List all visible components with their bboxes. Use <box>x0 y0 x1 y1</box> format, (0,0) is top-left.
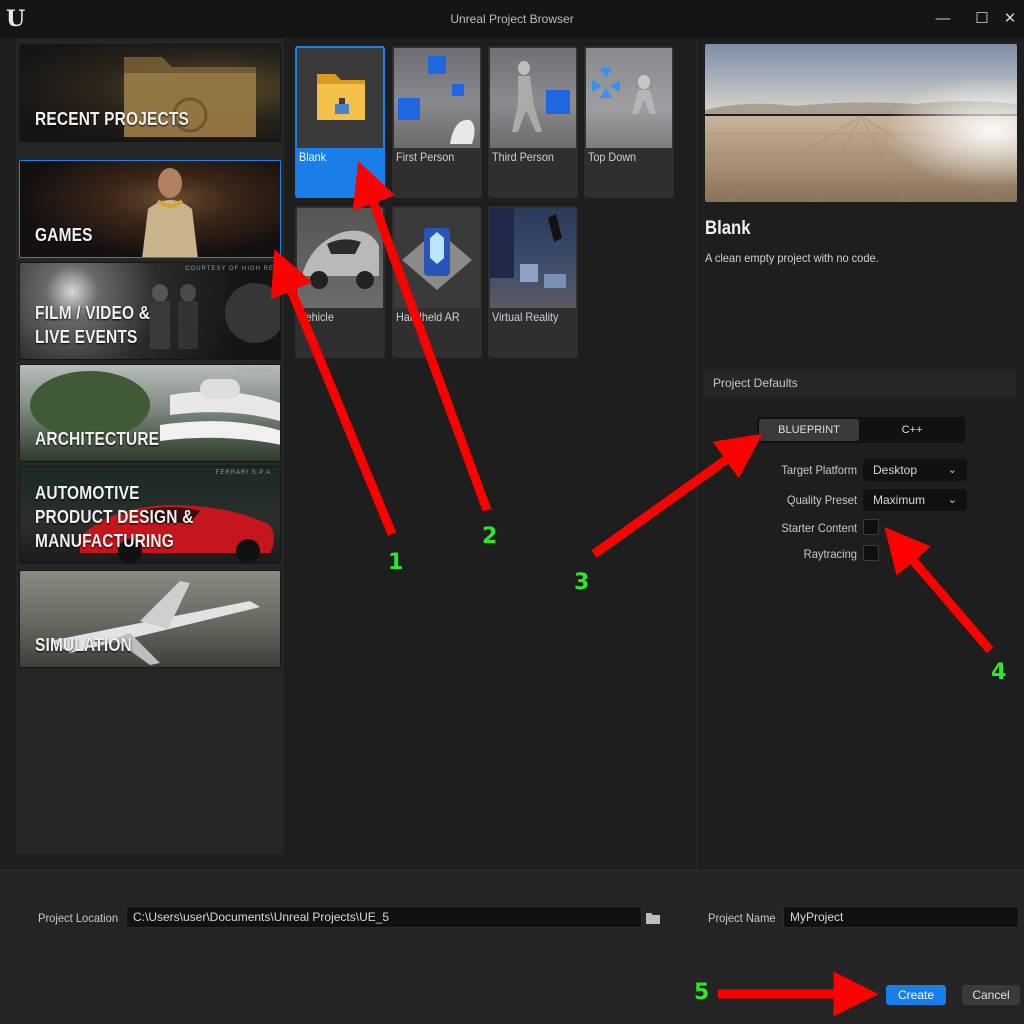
template-preview-image <box>705 44 1017 202</box>
annotation-number-4: 4 <box>991 660 1007 685</box>
category-label: AUTOMOTIVE PRODUCT DESIGN & MANUFACTURIN… <box>35 483 194 551</box>
category-film-video[interactable]: COURTESY OF HIGH RE FILM / VIDEO & LIVE … <box>19 262 281 360</box>
category-games[interactable]: GAMES <box>19 160 281 258</box>
image-credit: FERRARI S.P.A. <box>215 470 274 476</box>
annotation-number-2: 2 <box>482 524 498 549</box>
image-credit: TILTPIXEL <box>236 368 274 374</box>
template-grid: Blank First Person Third Person Top Down… <box>288 38 696 870</box>
annotation-number-5: 5 <box>694 980 710 1005</box>
category-architecture[interactable]: TILTPIXEL ARCHITECTURE <box>19 364 281 462</box>
template-top-down[interactable]: Top Down <box>584 46 674 198</box>
project-location-label: Project Location <box>38 911 119 925</box>
category-label: ARCHITECTURE <box>35 429 160 449</box>
title-bar: U Unreal Project Browser — ☐ ✕ <box>0 0 1024 38</box>
details-panel: Blank A clean empty project with no code… <box>697 38 1024 870</box>
folder-icon <box>317 74 365 120</box>
project-defaults-header: Project Defaults <box>704 369 1016 397</box>
template-vehicle[interactable]: Vehicle <box>295 206 385 358</box>
template-label: Vehicle <box>299 310 334 324</box>
category-label: GAMES <box>35 225 93 245</box>
template-thumbnail <box>490 48 576 148</box>
raytracing-checkbox[interactable] <box>863 545 879 561</box>
handheld-ar-icon <box>402 228 472 290</box>
template-label: Top Down <box>588 150 637 164</box>
vehicle-icon <box>303 230 379 289</box>
project-name-input[interactable]: MyProject <box>783 906 1019 928</box>
raytracing-label: Raytracing <box>803 547 857 561</box>
category-label: SIMULATION <box>35 635 132 655</box>
template-third-person[interactable]: Third Person <box>488 46 578 198</box>
main-area: RECENT PROJECTS GAMES COURTESY OF HIGH R… <box>0 38 1024 870</box>
preview-landscape <box>705 44 1017 202</box>
minimize-button[interactable]: — <box>931 8 955 30</box>
target-platform-label: Target Platform <box>781 463 857 477</box>
template-title: Blank <box>705 218 751 239</box>
quality-preset-dropdown[interactable]: Maximum ⌄ <box>863 489 967 511</box>
close-button[interactable]: ✕ <box>998 8 1022 30</box>
template-handheld-ar[interactable]: Handheld AR <box>392 206 482 358</box>
category-recent-projects[interactable]: RECENT PROJECTS <box>19 44 281 142</box>
template-thumbnail <box>586 48 672 148</box>
template-description: A clean empty project with no code. <box>705 251 879 265</box>
quality-preset-label: Quality Preset <box>786 493 857 507</box>
top-down-scene-icon <box>592 68 656 114</box>
target-platform-value: Desktop <box>873 463 918 477</box>
cancel-button[interactable]: Cancel <box>962 985 1020 1005</box>
category-label: RECENT PROJECTS <box>35 109 189 129</box>
template-label: Handheld AR <box>396 310 460 324</box>
annotation-number-1: 1 <box>388 550 404 575</box>
maximize-button[interactable]: ☐ <box>970 8 994 30</box>
target-platform-dropdown[interactable]: Desktop ⌄ <box>863 459 967 481</box>
category-simulation[interactable]: SIMULATION <box>19 570 281 668</box>
chevron-down-icon: ⌄ <box>947 464 957 476</box>
annotation-number-3: 3 <box>574 570 590 595</box>
template-label: First Person <box>396 150 455 164</box>
blueprint-option[interactable]: BLUEPRINT <box>759 419 859 441</box>
project-name-label: Project Name <box>708 911 776 925</box>
virtual-reality-scene-icon <box>490 208 566 288</box>
template-thumbnail <box>297 208 383 308</box>
template-label: Blank <box>299 150 327 164</box>
template-thumbnail <box>297 48 383 148</box>
category-automotive[interactable]: FERRARI S.P.A. AUTOMOTIVE PRODUCT DESIGN… <box>19 466 281 564</box>
template-label: Virtual Reality <box>492 310 559 324</box>
quality-preset-value: Maximum <box>873 493 926 507</box>
template-virtual-reality[interactable]: Virtual Reality <box>488 206 578 358</box>
window-title: Unreal Project Browser <box>450 12 574 26</box>
chevron-down-icon: ⌄ <box>947 494 957 506</box>
image-credit: COURTESY OF HIGH RE <box>185 266 274 272</box>
browse-folder-icon[interactable] <box>645 911 661 925</box>
template-label: Third Person <box>492 150 554 164</box>
language-toggle: BLUEPRINT C++ <box>757 417 965 443</box>
third-person-scene-icon <box>512 61 570 132</box>
template-thumbnail <box>394 48 480 148</box>
starter-content-checkbox[interactable] <box>863 519 879 535</box>
template-first-person[interactable]: First Person <box>392 46 482 198</box>
template-blank[interactable]: Blank <box>295 46 385 198</box>
starter-content-label: Starter Content <box>781 521 857 535</box>
first-person-scene-icon <box>398 56 475 144</box>
bottom-bar: Project Location C:\Users\user\Documents… <box>0 870 1024 1024</box>
project-location-input[interactable]: C:\Users\user\Documents\Unreal Projects\… <box>126 906 642 928</box>
category-label: FILM / VIDEO & LIVE EVENTS <box>35 303 151 347</box>
cpp-option[interactable]: C++ <box>861 419 963 441</box>
template-thumbnail <box>490 208 576 308</box>
create-button[interactable]: Create <box>886 985 946 1005</box>
template-thumbnail <box>394 208 480 308</box>
category-panel: RECENT PROJECTS GAMES COURTESY OF HIGH R… <box>16 38 284 854</box>
